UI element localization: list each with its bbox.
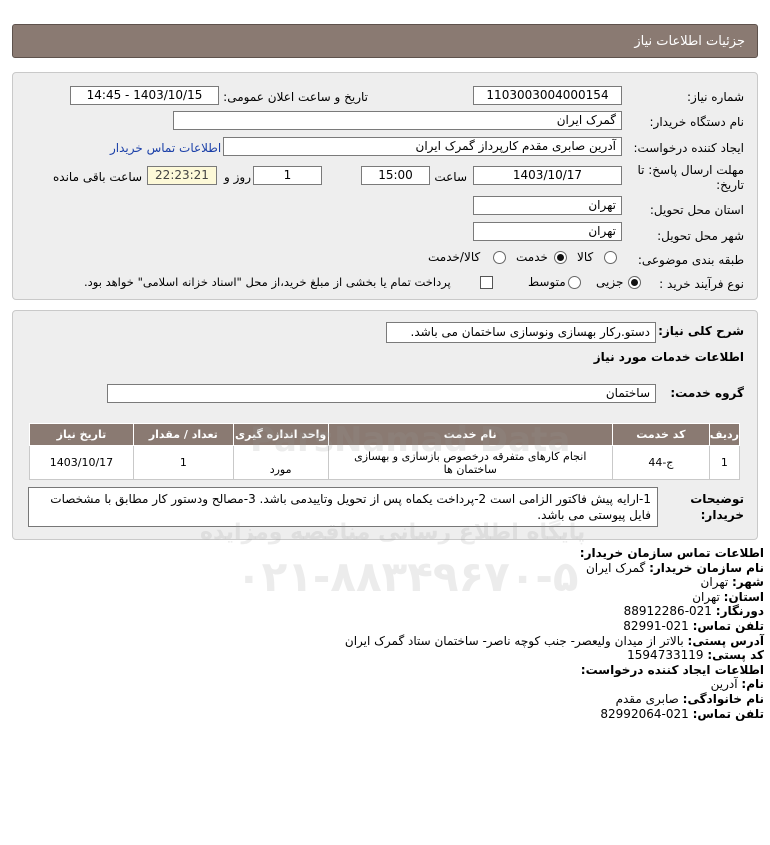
deadline-date-field: 1403/10/17 [473,166,622,185]
contact-list: اطلاعات تماس سازمان خریدار: نام سازمان خر… [44,546,764,721]
col-need-date: تاریخ نیاز [29,423,134,446]
contact-line-label: اطلاعات ایجاد کننده درخواست: [580,662,764,677]
cell-need-date: 1403/10/17 [29,445,134,480]
deadline-time-label: ساعت [434,170,467,184]
contact-line: تلفن تماس: 021-82992064 [44,707,764,722]
contact-line: آدرس پستی: بالاتر از میدان ولیعصر- جنب ک… [44,634,764,649]
contact-line-label: اطلاعات تماس سازمان خریدار: [579,546,764,560]
contact-line-label: شهر: [732,575,764,590]
contact-line: نام سازمان خریدار: گمرک ایران [44,561,764,576]
contact-line-label: تلفن تماس: [692,706,764,721]
contact-line-value: 021-88912286 [623,604,716,619]
contact-section: اطلاعات تماس سازمان خریدار: نام سازمان خر… [44,546,764,721]
cell-quantity: 1 [132,445,234,480]
buyer-org-label: نام دستگاه خریدار: [649,115,745,129]
contact-line-label: استان: [723,589,764,604]
process-label: نوع فرآیند خرید : [659,277,744,291]
cell-service-code: ج-44 [611,445,710,480]
contact-line: نام: آدرین [44,677,764,692]
buyer-contact-link[interactable]: اطلاعات تماس خریدار [110,141,221,155]
page-header: جزئیات اطلاعات نیاز [12,24,758,58]
process-radio-minor[interactable] [628,276,641,289]
contact-line-label: نام سازمان خریدار: [649,560,764,575]
contact-line-label: دورنگار: [715,604,764,619]
province-label: استان محل تحویل: [649,203,744,217]
contact-line: اطلاعات تماس سازمان خریدار: [44,546,764,561]
category-radio-service[interactable] [554,251,567,264]
need-number-field: 1103003004000154 [473,86,622,105]
creator-field: آدرین صابری مقدم کارپرداز گمرک ایران [223,137,622,156]
contact-line-value: 021-82991 [623,618,693,633]
buyer-org-field: گمرک ایران [173,111,622,130]
contact-line-label: نام: [741,677,764,692]
process-radio-medium[interactable] [568,276,581,289]
page-title: جزئیات اطلاعات نیاز [634,34,745,49]
contact-line-value: 021-82992064 [600,706,693,721]
contact-line: دورنگار: 021-88912286 [44,604,764,619]
buyer-notes-label: توضیحات [690,492,744,506]
buyer-notes-label-2: خریدار: [700,508,744,522]
category-option-service: خدمت [516,250,548,264]
days-label: روز و [224,170,251,184]
contact-line-value: آدرین [710,677,742,692]
contact-line: استان: تهران [44,590,764,605]
contact-line-value: صابری مقدم [615,691,683,706]
category-label: طبقه بندی موضوعی: [637,253,744,267]
process-option-minor: جزیی [596,275,624,289]
treasury-text: پرداخت تمام یا بخشی از مبلغ خرید،از محل … [84,275,451,289]
deadline-time-field: 15:00 [361,166,430,185]
contact-line-label: آدرس پستی: [687,633,764,648]
contact-line-label: کد پستی: [707,648,764,663]
process-option-medium: متوسط [528,275,566,289]
contact-line-label: نام خانوادگی: [682,691,764,706]
contact-line-value: گمرک ایران [585,560,650,575]
contact-line-value: تهران [700,575,732,590]
contact-line: کد پستی: 1594733119 [44,648,764,663]
contact-line-value: تهران [692,589,724,604]
services-title: اطلاعات خدمات مورد نیاز [593,350,744,364]
creator-label: ایجاد کننده درخواست: [633,141,744,155]
remaining-label: ساعت باقی مانده [53,170,143,184]
announce-field: 1403/10/15 - 14:45 [70,86,219,105]
contact-line: اطلاعات ایجاد کننده درخواست: [44,663,764,678]
contact-line: شهر: تهران [44,575,764,590]
col-service-code: کد خدمت [611,423,710,446]
category-option-goods: کالا [577,250,594,264]
days-field: 1 [253,166,322,185]
deadline-label-date: تاریخ: [716,178,744,192]
col-row-number: ردیف [708,423,741,446]
col-quantity: تعداد / مقدار [132,423,234,446]
category-radio-goods[interactable] [604,251,617,264]
summary-field: دستو.رکار بهسازی ونوسازی ساختمان می باشد… [386,322,656,343]
service-group-field: ساختمان [107,384,656,403]
announce-label: تاریخ و ساعت اعلان عمومی: [223,90,368,104]
contact-line: نام خانوادگی: صابری مقدم [44,692,764,707]
contact-line-value: 1594733119 [627,648,708,663]
contact-line: تلفن تماس: 021-82991 [44,619,764,634]
cell-row-number: 1 [708,445,741,480]
city-field: تهران [473,222,622,241]
service-group-label: گروه خدمت: [670,386,744,400]
treasury-checkbox[interactable] [480,276,493,289]
category-radio-goods-service[interactable] [493,251,506,264]
deadline-label: مهلت ارسال پاسخ: تا [637,163,744,177]
summary-label: شرح کلی نیاز: [658,324,744,338]
contact-line-value: بالاتر از میدان ولیعصر- جنب کوچه ناصر- س… [344,633,688,648]
category-option-goods-service: کالا/خدمت [428,250,481,264]
watermark-brand: ParsNamad Data [250,420,571,460]
remaining-time-field: 22:23:21 [147,166,217,185]
province-field: تهران [473,196,622,215]
contact-line-label: تلفن تماس: [692,618,764,633]
need-number-label: شماره نیاز: [687,90,744,104]
watermark-text: پایگاه اطلاع رسانی مناقصه ومزایده [200,520,586,545]
city-label: شهر محل تحویل: [657,229,744,243]
